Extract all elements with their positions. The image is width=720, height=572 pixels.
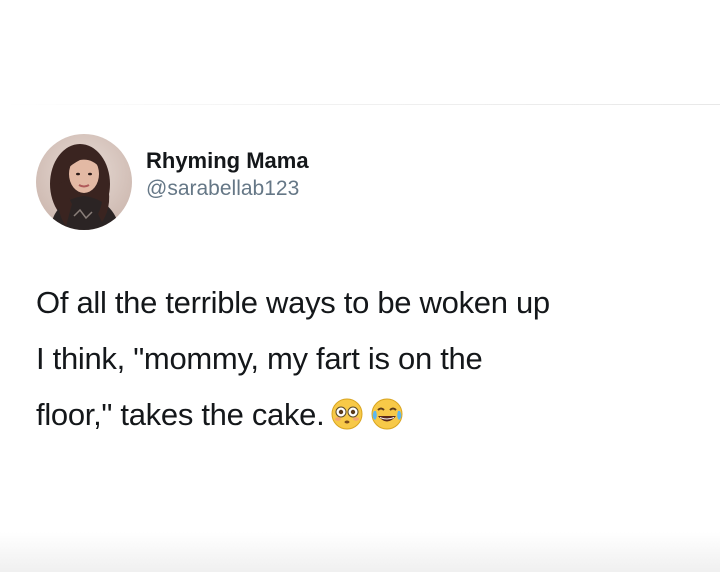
- bottom-edge-shadow: [0, 532, 720, 572]
- tweet-card: Rhyming Mama @sarabellab123 Of all the t…: [36, 132, 696, 432]
- tweet-text: Of all the terrible ways to be woken up …: [36, 275, 696, 443]
- tweet-text-line: Of all the terrible ways to be woken up: [36, 285, 550, 320]
- display-name[interactable]: Rhyming Mama: [146, 147, 309, 175]
- divider-line: [0, 104, 720, 105]
- avatar[interactable]: [36, 134, 132, 230]
- tweet-header: Rhyming Mama @sarabellab123: [36, 132, 696, 232]
- author-names: Rhyming Mama @sarabellab123: [146, 147, 309, 203]
- flushed-face-emoji-icon: [330, 397, 364, 431]
- user-handle[interactable]: @sarabellab123: [146, 175, 309, 203]
- tears-of-joy-emoji-icon: [370, 397, 404, 431]
- profile-photo-icon: [36, 134, 132, 230]
- tweet-text-line: floor," takes the cake.: [36, 397, 325, 432]
- tweet-text-line: I think, "mommy, my fart is on the: [36, 341, 483, 376]
- tweet-text-line-last: floor," takes the cake.: [36, 387, 696, 443]
